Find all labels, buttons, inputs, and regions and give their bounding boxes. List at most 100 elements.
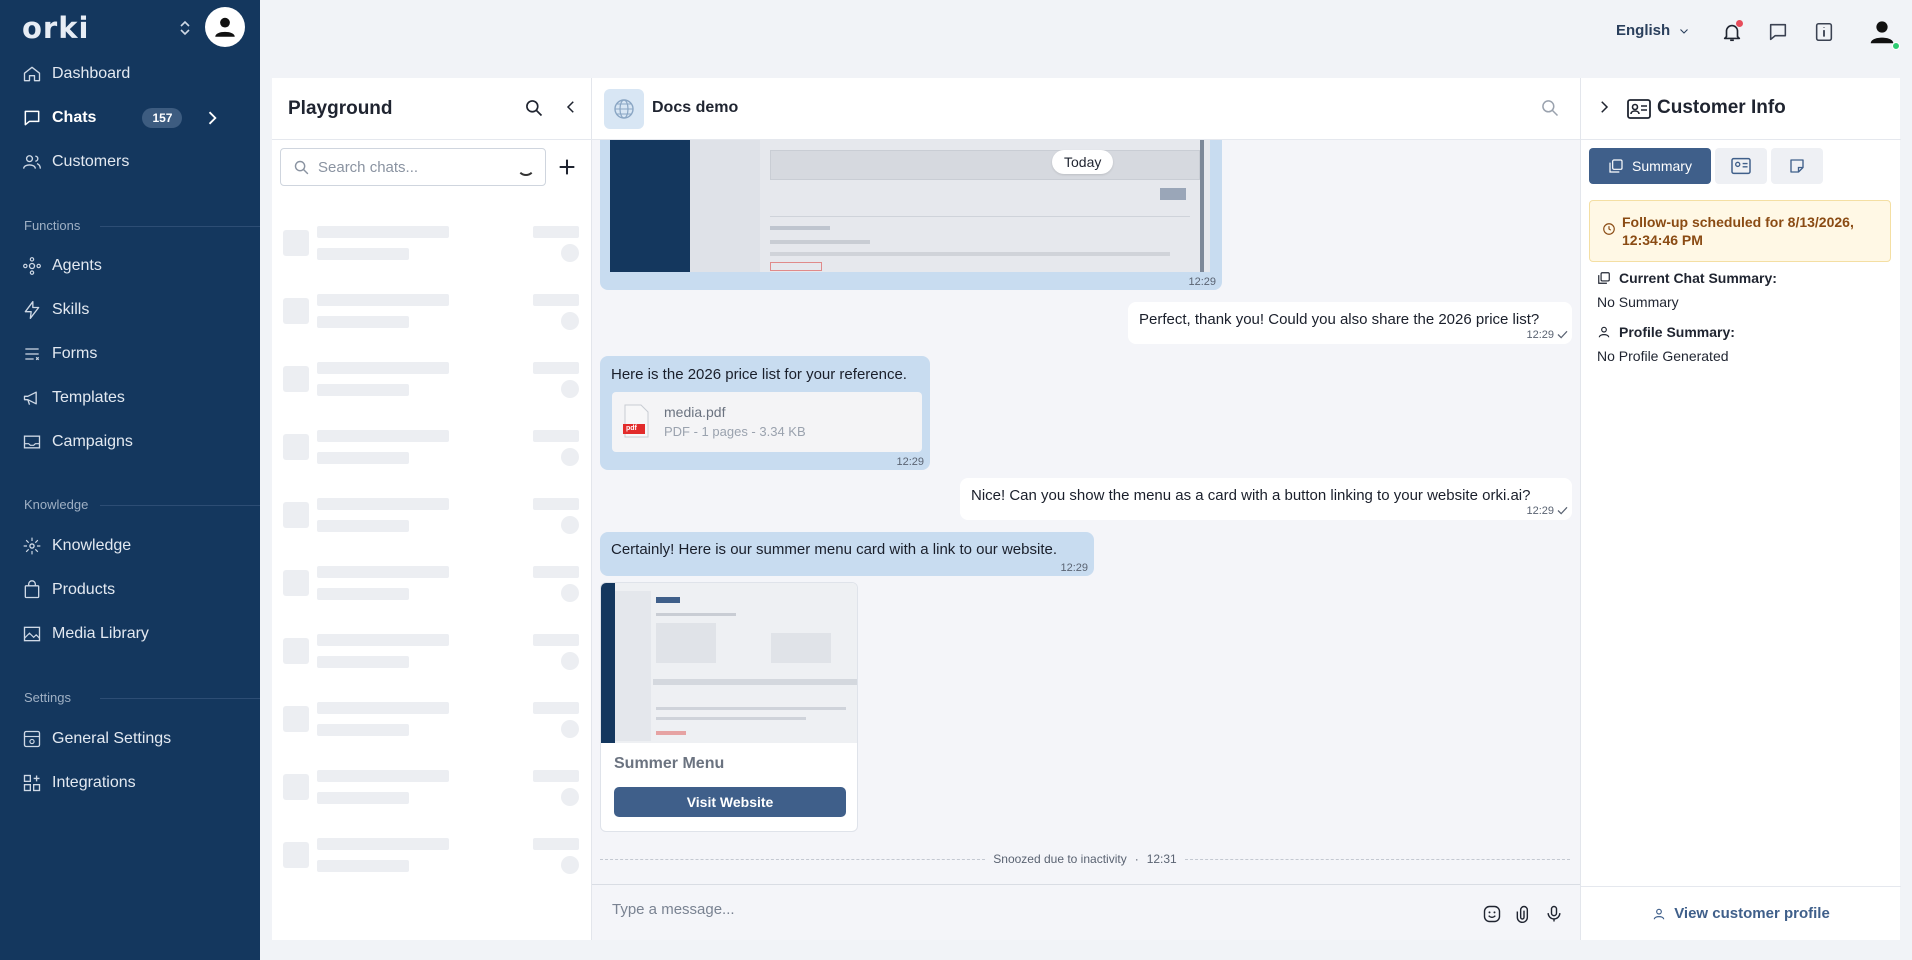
grid-plus-icon bbox=[23, 774, 41, 792]
status-time: 12:31 bbox=[1146, 852, 1177, 866]
search-icon[interactable] bbox=[1540, 98, 1560, 118]
forms-icon bbox=[25, 348, 40, 361]
messages-button[interactable] bbox=[1766, 20, 1790, 44]
message-time: 12:29 bbox=[1188, 276, 1216, 288]
chat-avatar[interactable] bbox=[604, 89, 644, 129]
knowledge-icon bbox=[23, 537, 41, 555]
card-image[interactable] bbox=[601, 583, 857, 743]
section-label-settings: Settings bbox=[24, 690, 71, 705]
message-text: Nice! Can you show the menu as a card wi… bbox=[971, 487, 1531, 504]
attachment-name: media.pdf bbox=[664, 404, 726, 420]
day-separator: Today bbox=[1052, 150, 1114, 174]
bolt-icon bbox=[24, 301, 40, 319]
emoji-icon[interactable] bbox=[1482, 904, 1502, 924]
gear-icon bbox=[23, 730, 41, 748]
message-bubble-incoming[interactable]: Here is the 2026 price list for your ref… bbox=[600, 356, 930, 470]
loading-spinner bbox=[517, 158, 535, 176]
chat-panel: Docs demo 12:29 Today Perfect, thank you… bbox=[592, 78, 1580, 940]
sidebar-item-integrations[interactable]: Integrations bbox=[22, 771, 136, 795]
message-bubble-outgoing[interactable]: Nice! Can you show the menu as a card wi… bbox=[960, 478, 1572, 520]
tab-summary[interactable]: Summary bbox=[1589, 148, 1711, 184]
clock-icon bbox=[1603, 223, 1615, 235]
tab-notes[interactable] bbox=[1771, 148, 1823, 184]
followup-banner: Follow-up scheduled for 8/13/2026, 12:34… bbox=[1589, 200, 1891, 262]
menu-card: Summer Menu Visit Website bbox=[600, 582, 858, 832]
notifications-button[interactable] bbox=[1720, 20, 1744, 44]
user-icon bbox=[1598, 326, 1610, 338]
search-icon bbox=[294, 160, 309, 174]
view-customer-profile-link[interactable]: View customer profile bbox=[1581, 886, 1901, 940]
microphone-icon[interactable] bbox=[1544, 904, 1564, 924]
sidebar-item-general-settings[interactable]: General Settings bbox=[22, 727, 171, 751]
current-chat-summary-label: Current Chat Summary: bbox=[1597, 270, 1777, 286]
chevron-left-icon[interactable] bbox=[562, 98, 580, 116]
sidebar-item-chats[interactable]: Chats 157 bbox=[22, 106, 222, 130]
customer-info-panel: Customer Info Summary Follow-up schedule… bbox=[1580, 78, 1901, 940]
chats-count-badge: 157 bbox=[142, 108, 183, 128]
account-button[interactable] bbox=[1864, 14, 1900, 50]
label-text: Current Chat Summary: bbox=[1619, 270, 1777, 286]
topbar: English bbox=[260, 0, 1912, 64]
message-square-icon bbox=[1769, 23, 1787, 41]
message-bubble-outgoing[interactable]: Perfect, thank you! Could you also share… bbox=[1128, 302, 1572, 344]
chat-list-header: Playground bbox=[272, 78, 592, 140]
user-avatar[interactable] bbox=[205, 7, 245, 47]
sticky-note-icon bbox=[1790, 159, 1804, 173]
sidebar-item-knowledge[interactable]: Knowledge bbox=[22, 534, 131, 558]
tab-label: Summary bbox=[1632, 158, 1692, 174]
sidebar-item-media-library[interactable]: Media Library bbox=[22, 622, 149, 646]
profile-summary-label: Profile Summary: bbox=[1597, 324, 1735, 340]
globe-icon bbox=[614, 99, 634, 119]
section-divider bbox=[100, 505, 260, 506]
search-chats-input[interactable] bbox=[318, 158, 508, 176]
message-bubble-incoming[interactable]: Certainly! Here is our summer menu card … bbox=[600, 532, 1094, 576]
sidebar-item-campaigns[interactable]: Campaigns bbox=[22, 430, 133, 454]
tab-profile[interactable] bbox=[1715, 148, 1767, 184]
message-image[interactable] bbox=[610, 140, 1210, 272]
chevron-right-icon[interactable] bbox=[202, 108, 222, 128]
sidebar-item-templates[interactable]: Templates bbox=[22, 386, 125, 410]
attachment-meta: PDF - 1 pages - 3.34 KB bbox=[664, 424, 806, 439]
message-bubble-incoming[interactable]: 12:29 bbox=[600, 140, 1222, 290]
megaphone-icon bbox=[23, 391, 37, 405]
chevron-down-icon bbox=[1680, 28, 1689, 34]
sidebar-item-products[interactable]: Products bbox=[22, 578, 115, 602]
message-input[interactable] bbox=[612, 901, 1412, 918]
language-value: English bbox=[1616, 22, 1671, 39]
skeleton-row bbox=[283, 498, 583, 538]
message-list[interactable]: 12:29 Today Perfect, thank you! Could yo… bbox=[592, 140, 1580, 880]
skeleton-row bbox=[283, 702, 583, 742]
user-icon bbox=[215, 17, 235, 37]
visit-website-button[interactable]: Visit Website bbox=[614, 787, 846, 817]
skeleton-row bbox=[283, 294, 583, 334]
search-chats-field[interactable] bbox=[280, 148, 546, 186]
sidebar-item-forms[interactable]: Forms bbox=[22, 342, 97, 366]
message-composer bbox=[592, 884, 1580, 940]
language-select[interactable]: English bbox=[1616, 22, 1690, 39]
sidebar-item-label: Integrations bbox=[52, 774, 136, 791]
add-chat-icon[interactable] bbox=[556, 156, 578, 178]
sidebar-item-label: Products bbox=[52, 581, 116, 598]
sidebar-item-customers[interactable]: Customers bbox=[22, 150, 129, 174]
chat-header: Docs demo bbox=[592, 78, 1580, 140]
section-label-knowledge: Knowledge bbox=[24, 497, 89, 512]
sidebar-item-skills[interactable]: Skills bbox=[22, 298, 89, 322]
pdf-file-icon bbox=[623, 404, 649, 438]
sidebar-item-label: Agents bbox=[52, 257, 102, 274]
skeleton-row bbox=[283, 770, 583, 810]
info-icon bbox=[1815, 22, 1833, 42]
workspace-switch-icon[interactable] bbox=[178, 17, 192, 39]
sidebar-item-label: Customers bbox=[52, 153, 130, 170]
search-icon[interactable] bbox=[524, 98, 544, 118]
customer-info-title: Customer Info bbox=[1657, 97, 1786, 118]
chat-list-title: Playground bbox=[288, 98, 393, 119]
pdf-attachment[interactable]: pdf media.pdf PDF - 1 pages - 3.34 KB bbox=[612, 392, 922, 452]
section-label-functions: Functions bbox=[24, 218, 81, 233]
brand-logo[interactable]: orki bbox=[22, 11, 89, 45]
info-button[interactable] bbox=[1812, 20, 1836, 44]
chevron-right-icon[interactable] bbox=[1595, 98, 1613, 116]
sidebar-item-agents[interactable]: Agents bbox=[22, 254, 102, 278]
sidebar-item-dashboard[interactable]: Dashboard bbox=[22, 62, 130, 86]
sidebar-item-label: Campaigns bbox=[52, 433, 133, 450]
attachment-icon[interactable] bbox=[1514, 904, 1534, 924]
